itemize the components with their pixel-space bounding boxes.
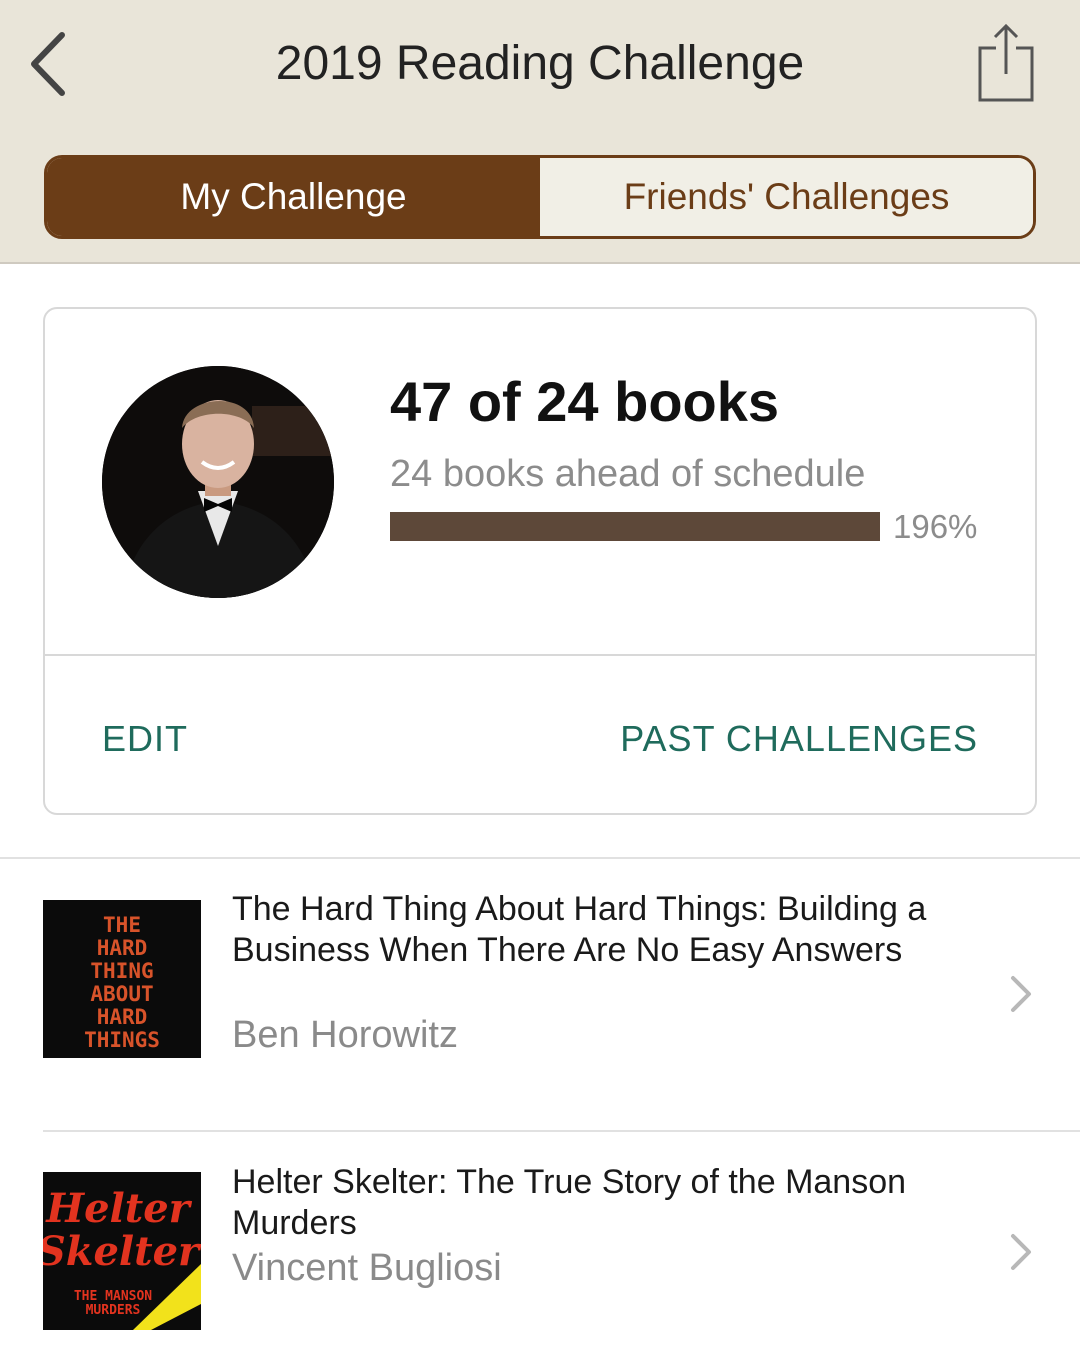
schedule-status: 24 books ahead of schedule: [390, 453, 866, 495]
nav-header: 2019 Reading Challenge My Challenge Frie…: [0, 0, 1080, 264]
book-title: The Hard Thing About Hard Things: Buildi…: [232, 890, 927, 969]
list-item[interactable]: Helter Skelter THE MANSON MURDERS Helter…: [0, 1132, 1080, 1349]
back-button[interactable]: [18, 28, 78, 100]
book-author: Ben Horowitz: [232, 1014, 458, 1056]
avatar: [102, 366, 334, 598]
chevron-right-icon: [1004, 1230, 1038, 1274]
tab-friends-challenges[interactable]: Friends' Challenges: [540, 158, 1033, 236]
book-cover: Helter Skelter THE MANSON MURDERS: [43, 1172, 201, 1330]
cover-text: HARD: [97, 1005, 148, 1029]
chevron-left-icon: [31, 32, 65, 96]
chevron-right-icon: [1004, 972, 1038, 1016]
cover-text: Skelter: [43, 1228, 201, 1275]
cover-text: THE MANSON: [74, 1289, 152, 1304]
tab-my-challenge[interactable]: My Challenge: [47, 158, 540, 236]
books-read-count: 47 of 24 books: [390, 370, 780, 433]
cover-text: Helter: [45, 1185, 192, 1232]
divider: [0, 857, 1080, 859]
edit-button[interactable]: EDIT: [102, 714, 188, 764]
progress-bar: [390, 512, 880, 541]
challenge-tabs: My Challenge Friends' Challenges: [44, 155, 1036, 239]
past-challenges-button[interactable]: PAST CHALLENGES: [620, 714, 978, 764]
cover-text: HARD: [97, 936, 148, 960]
book-author: Vincent Bugliosi: [232, 1247, 502, 1289]
book-cover: THE HARD THING ABOUT HARD THINGS: [43, 900, 201, 1058]
challenge-card: 47 of 24 books 24 books ahead of schedul…: [43, 307, 1037, 815]
share-icon: [978, 23, 1034, 102]
progress-percent: 196%: [893, 508, 978, 545]
cover-text: ABOUT: [90, 982, 153, 1006]
cover-text: THINGS: [84, 1028, 160, 1052]
cover-text: MURDERS: [86, 1303, 141, 1318]
cover-text: THING: [90, 959, 153, 983]
book-title: Helter Skelter: The True Story of the Ma…: [232, 1163, 907, 1242]
list-item[interactable]: THE HARD THING ABOUT HARD THINGS The Har…: [0, 860, 1080, 1130]
profile-photo: [102, 366, 334, 598]
divider: [45, 654, 1035, 656]
progress-bar-fill: [390, 512, 880, 541]
share-button[interactable]: [970, 20, 1042, 106]
cover-text: THE: [103, 913, 141, 937]
page-title: 2019 Reading Challenge: [275, 37, 805, 90]
